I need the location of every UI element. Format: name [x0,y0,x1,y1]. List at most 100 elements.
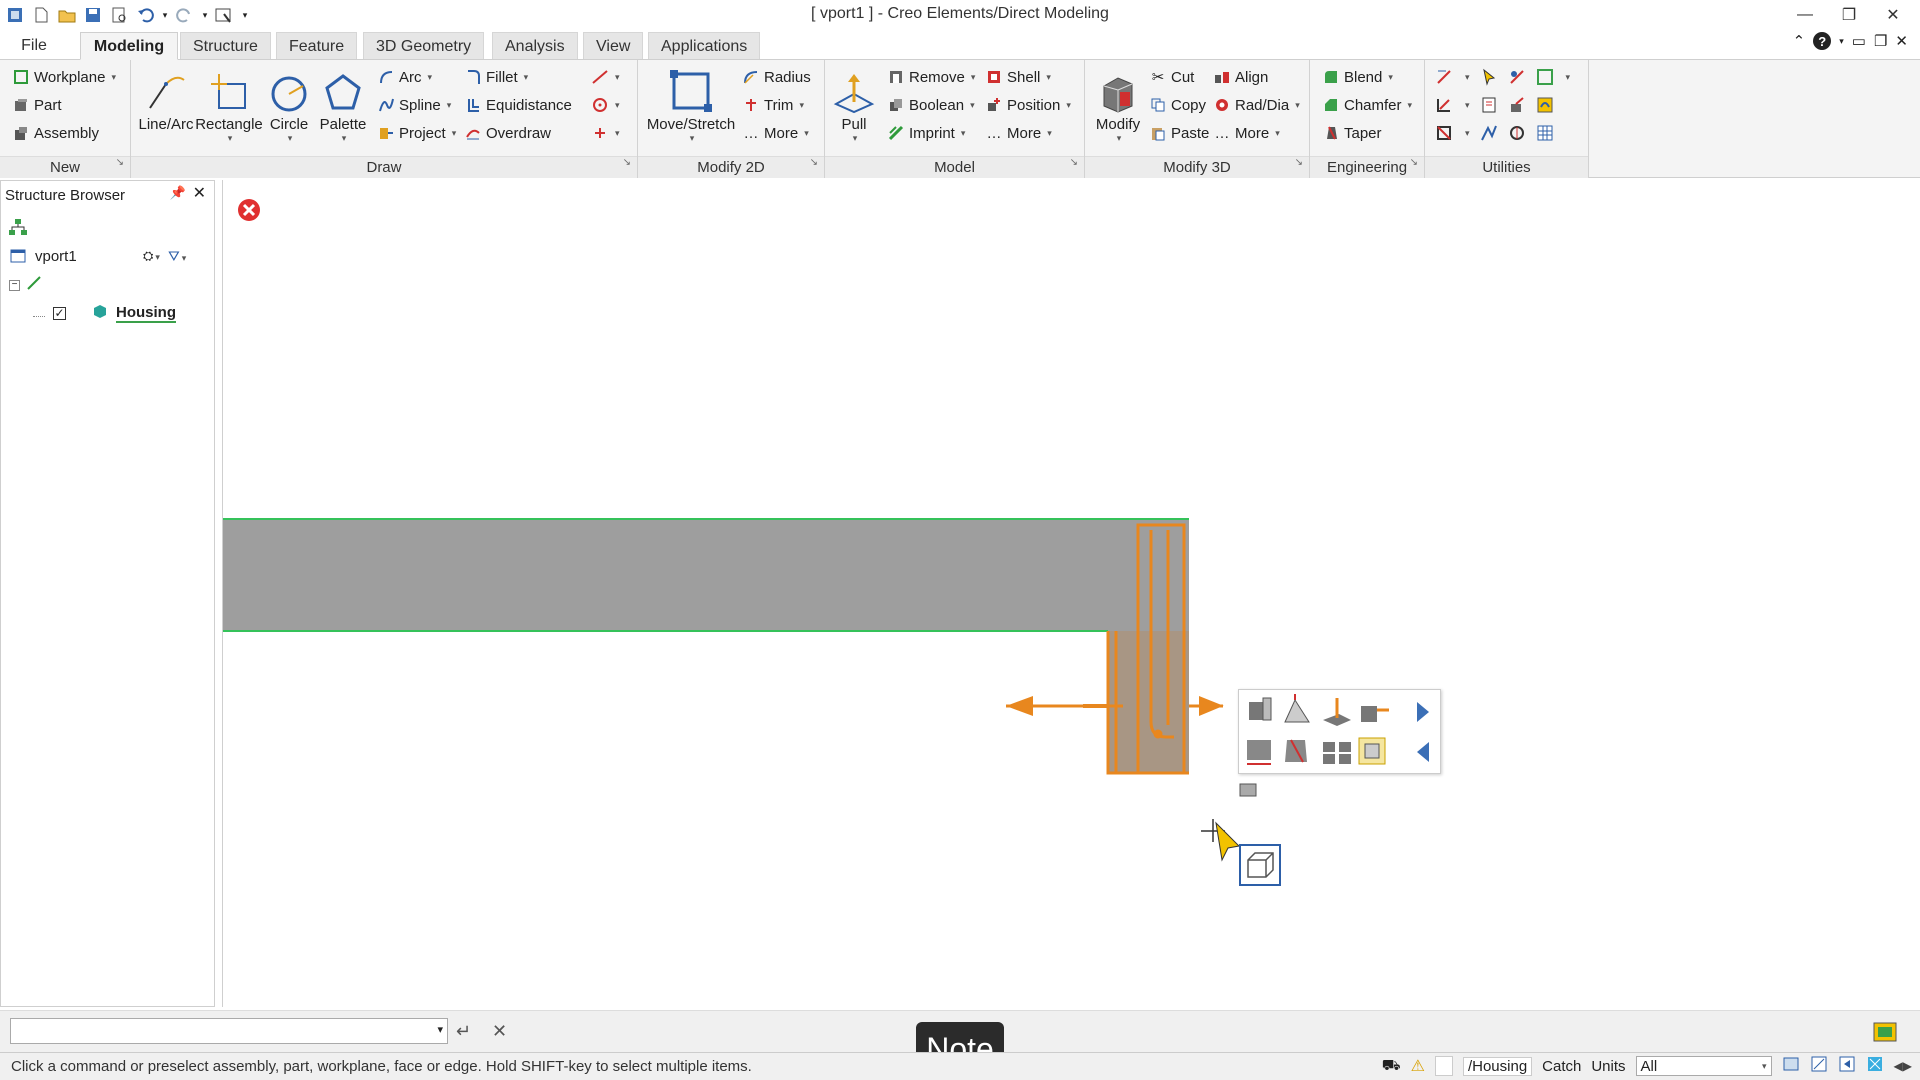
library-icon[interactable] [1536,96,1554,114]
restore-icon[interactable]: ❐ [1832,2,1866,28]
analysis-tool-icon[interactable] [1508,124,1526,142]
radius-button[interactable]: Radius [742,66,811,88]
cut-button[interactable]: ✂ Cut [1149,66,1195,88]
group-launcher-icon[interactable]: ↘ [810,152,818,174]
move-face-tool-icon[interactable] [1247,740,1271,765]
doc-minimize-icon[interactable]: ▭ [1852,32,1866,50]
catch-button[interactable]: Catch [1542,1058,1581,1075]
arc-button[interactable]: Arc ▾ [377,66,432,88]
collapse-ribbon-icon[interactable]: ⌃ [1793,32,1806,50]
pattern-tool-icon[interactable] [1323,742,1351,764]
line-style-dropdown[interactable]: ▾ [591,66,620,88]
check-tool-icon[interactable] [1480,124,1498,142]
modify3d-more-button[interactable]: … More ▾ [1213,122,1280,144]
equidistance-button[interactable]: Equidistance [464,94,572,116]
doc-restore-icon[interactable]: ❐ [1874,32,1887,50]
draft-tool-icon[interactable] [1284,694,1310,723]
copy-button[interactable]: Copy [1149,94,1206,116]
warning-icon[interactable]: ⚠ [1411,1056,1425,1076]
tab-3d-geometry[interactable]: 3D Geometry [363,32,485,60]
pull-tool-icon[interactable] [1323,698,1351,726]
tab-modeling[interactable]: Modeling [80,32,178,60]
selection-filter-dropdown[interactable]: All ▾ [1635,1056,1772,1076]
layout-toggle-icon[interactable] [1872,1019,1898,1047]
dimension-icon[interactable] [1435,96,1453,114]
tab-file[interactable]: File [6,32,62,60]
tab-feature[interactable]: Feature [276,32,358,60]
view-mode-4-icon[interactable] [1866,1055,1884,1077]
imprint-button[interactable]: Imprint ▾ [887,122,965,144]
chamfer-button[interactable]: Chamfer ▾ [1322,94,1412,116]
graphics-viewport[interactable] [222,180,1920,1007]
view-mode-2-icon[interactable] [1810,1055,1828,1077]
rectangle-button[interactable]: Rectangle ▾ [195,66,263,144]
box-select-tool-icon[interactable] [1358,737,1386,765]
spline-button[interactable]: Spline ▾ [377,94,451,116]
scroll-arrows-icon[interactable]: ◀▶ [1894,1059,1912,1073]
doc-close-icon[interactable]: ✕ [1895,32,1908,50]
tab-applications[interactable]: Applications [648,32,761,60]
visibility-checkbox[interactable]: ✓ [53,306,66,320]
close-icon[interactable]: ✕ [1876,2,1910,28]
command-input[interactable]: ▾ [10,1018,448,1044]
binoculars-icon[interactable]: ⛭ ▾ [143,248,160,264]
viewport-canvas[interactable] [223,180,1920,1007]
circle-style-dropdown[interactable]: ▾ [591,94,620,116]
command-dropdown-icon[interactable]: ▾ [437,1023,443,1036]
line-arc-button[interactable]: Line/Arc [137,66,195,133]
pull-drag-arrow-right[interactable] [1189,696,1224,716]
move-stretch-button[interactable]: Move/Stretch ▾ [646,66,736,144]
pull-button[interactable]: Pull ▾ [831,66,877,144]
document-tool-icon[interactable] [1480,96,1498,114]
active-path-field[interactable]: /Housing [1462,1056,1533,1076]
align-button[interactable]: Align [1213,66,1268,88]
pull-drag-arrow-left[interactable] [1006,696,1123,716]
boolean-button[interactable]: Boolean ▾ [887,94,975,116]
blend-button[interactable]: Blend ▾ [1322,66,1393,88]
paste-button[interactable]: Paste [1149,122,1209,144]
select-arrow-icon[interactable] [1480,68,1498,86]
context-menu-extra-icon[interactable] [1239,783,1257,797]
group-launcher-icon[interactable]: ↘ [1410,152,1418,174]
tab-view[interactable]: View [583,32,644,60]
group-launcher-icon[interactable]: ↘ [1070,152,1078,174]
model-more-button[interactable]: … More ▾ [985,122,1052,144]
tree-item-housing[interactable]: ✓ Housing [33,303,176,323]
palette-button[interactable]: Palette ▾ [317,66,369,144]
rad-dia-button[interactable]: Rad/Dia ▾ [1213,94,1300,116]
section-icon[interactable] [1435,124,1453,142]
taper-button[interactable]: Taper [1322,122,1382,144]
close-panel-icon[interactable]: ✕ [193,183,206,203]
circle-button[interactable]: Circle ▾ [265,66,313,144]
pin-icon[interactable]: 📌 [170,185,186,201]
offset-tool-icon[interactable] [1361,706,1389,722]
fillet-button[interactable]: Fillet ▾ [464,66,528,88]
tank-icon[interactable]: ⛟ [1382,1057,1401,1076]
cancel-command-icon[interactable]: ✕ [492,1021,507,1042]
assembly-button[interactable]: Assembly [12,122,99,144]
trim-button[interactable]: Trim ▾ [742,94,804,116]
group-launcher-icon[interactable]: ↘ [623,152,631,174]
position-button[interactable]: Position ▾ [985,94,1071,116]
tab-structure[interactable]: Structure [180,32,271,60]
overdraw-button[interactable]: Overdraw [464,122,551,144]
viewport-name[interactable]: vport1 [35,248,135,265]
view-mode-1-icon[interactable] [1782,1055,1800,1077]
color-frame-icon[interactable] [1536,68,1554,86]
measure-dropdown-icon[interactable] [1435,68,1453,86]
group-launcher-icon[interactable]: ↘ [1295,152,1303,174]
modify-button[interactable]: Modify ▾ [1089,66,1147,144]
group-launcher-icon[interactable]: ↘ [116,152,124,174]
shell-button[interactable]: Shell ▾ [985,66,1051,88]
modify2d-more-button[interactable]: … More ▾ [742,122,809,144]
workplane-button[interactable]: Workplane ▾ [12,66,116,88]
point-style-dropdown[interactable]: ▾ [591,122,620,144]
collapse-toggle-icon[interactable]: − [9,279,20,291]
prev-page-arrow-icon[interactable] [1417,742,1429,762]
housing-part[interactable] [223,518,1189,773]
tab-analysis[interactable]: Analysis [492,32,578,60]
enter-command-icon[interactable]: ↵ [456,1021,471,1042]
remove-button[interactable]: Remove ▾ [887,66,975,88]
help-dropdown-icon[interactable]: ▾ [1839,36,1844,47]
scale-tool-icon[interactable] [1508,96,1526,114]
